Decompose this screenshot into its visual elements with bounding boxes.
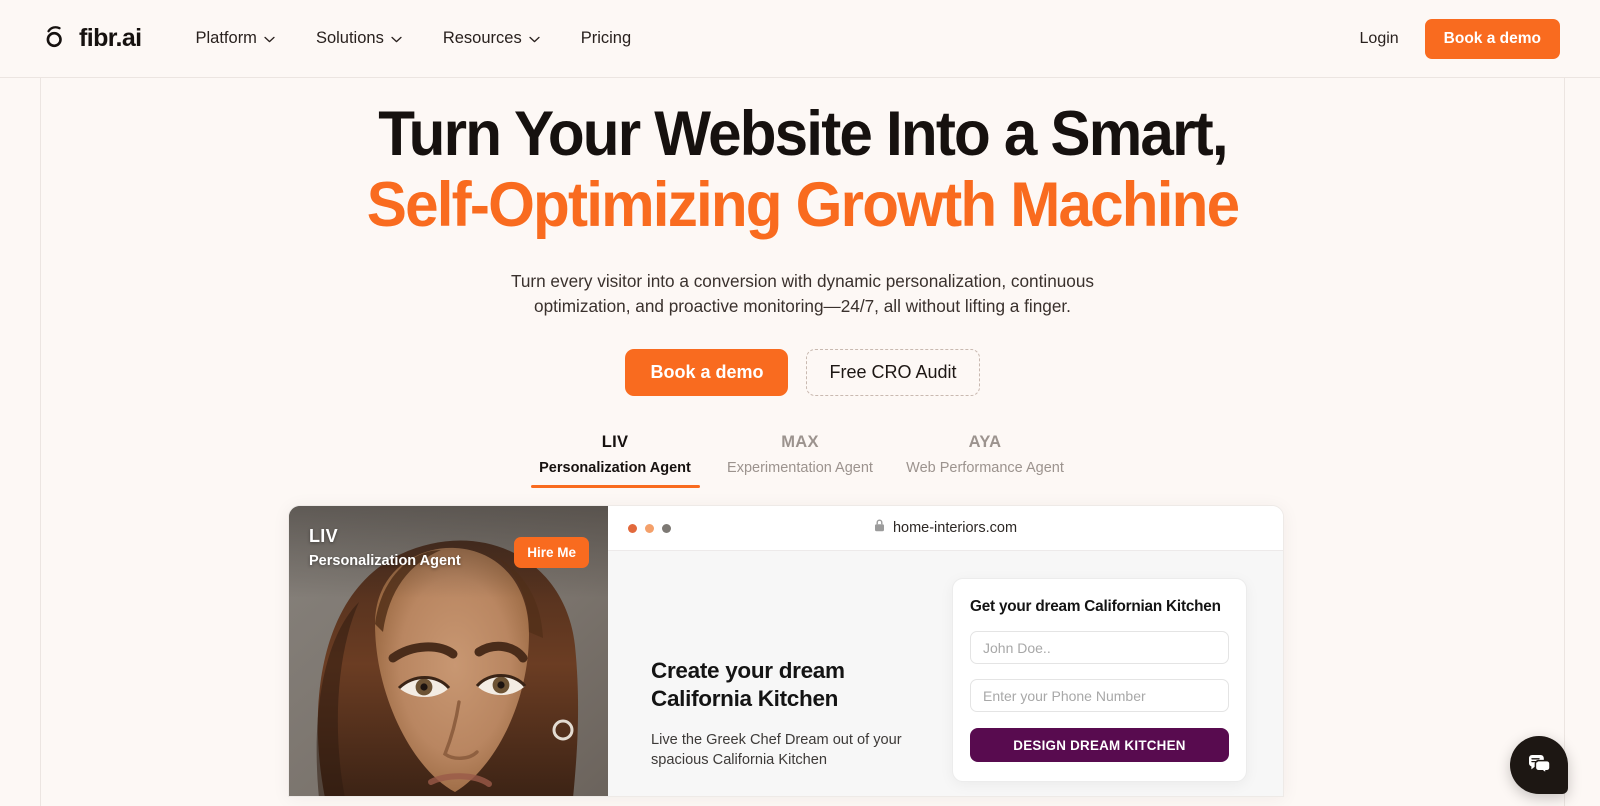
nav-actions: Login Book a demo: [1360, 18, 1560, 59]
tab-aya[interactable]: AYA Web Performance Agent: [893, 433, 1078, 488]
nav-item-platform[interactable]: Platform: [196, 29, 275, 48]
agent-tabs: LIV Personalization Agent MAX Experiment…: [0, 433, 1600, 488]
hire-me-button[interactable]: Hire Me: [514, 537, 589, 568]
brand-logo[interactable]: fibr.ai: [40, 22, 142, 55]
nav-item-pricing-label: Pricing: [580, 29, 632, 47]
hero-section: Turn Your Website Into a Smart, Self-Opt…: [41, 78, 1564, 397]
tab-liv-label: Personalization Agent: [539, 460, 691, 476]
demo-site-heading: Create your dream California Kitchen: [651, 657, 941, 714]
free-cro-audit-button[interactable]: Free CRO Audit: [806, 349, 980, 397]
url-text: home-interiors.com: [892, 520, 1018, 536]
top-navigation-bar: fibr.ai Platform Solutions Resources Pri…: [0, 0, 1600, 78]
headline-line-1: Turn Your Website Into a Smart,: [378, 99, 1228, 169]
chevron-down-icon: [529, 36, 540, 43]
tab-max-code: MAX: [781, 433, 819, 451]
lead-form-title: Get your dream Californian Kitchen: [970, 598, 1221, 615]
window-controls: [628, 523, 671, 533]
tab-aya-code: AYA: [968, 433, 1002, 451]
browser-chrome-bar: home-interiors.com: [608, 506, 1283, 551]
book-demo-hero-button[interactable]: Book a demo: [625, 349, 789, 397]
name-input[interactable]: [970, 631, 1229, 664]
nav-item-resources[interactable]: Resources: [443, 29, 540, 48]
browser-viewport: Create your dream California Kitchen Liv…: [608, 551, 1283, 796]
nav-links: Platform Solutions Resources Pricing: [196, 29, 632, 48]
design-dream-kitchen-button[interactable]: DESIGN DREAM KITCHEN: [970, 728, 1229, 762]
demo-heading-line-1: Create your dream: [651, 658, 845, 683]
demo-heading-line-2: California Kitchen: [651, 686, 839, 712]
subhead-line-2: optimization, and proactive monitoring—2…: [534, 295, 1071, 316]
hero-cta-row: Book a demo Free CRO Audit: [41, 349, 1564, 397]
chevron-down-icon: [264, 36, 275, 43]
window-close-dot[interactable]: [628, 523, 637, 533]
page-title: Turn Your Website Into a Smart, Self-Opt…: [75, 99, 1529, 241]
chat-bubble-icon: [1527, 752, 1552, 779]
demo-paragraph-line-1: Live the Greek Chef Dream out of your: [651, 731, 902, 748]
agent-portrait-panel: LIV Personalization Agent Hire Me: [289, 506, 608, 796]
tab-max-label: Experimentation Agent: [727, 460, 873, 476]
demo-site-hero: Create your dream California Kitchen Liv…: [608, 551, 1283, 796]
tab-aya-label: Web Performance Agent: [906, 460, 1064, 476]
demo-site-copy: Create your dream California Kitchen Liv…: [651, 657, 941, 771]
headline-line-2: Self-Optimizing Growth Machine: [366, 170, 1240, 241]
chevron-down-icon: [391, 36, 402, 43]
nav-item-solutions[interactable]: Solutions: [316, 29, 402, 48]
nav-item-resources-label: Resources: [442, 29, 522, 47]
lead-capture-form: Get your dream Californian Kitchen DESIG…: [952, 578, 1247, 782]
window-minimize-dot[interactable]: [645, 523, 654, 533]
window-maximize-dot[interactable]: [662, 523, 671, 533]
agent-role: Personalization Agent: [309, 553, 461, 569]
brand-name: fibr.ai: [79, 24, 142, 52]
product-demo-mockup: LIV Personalization Agent Hire Me home-i…: [288, 505, 1284, 797]
hero-subheading: Turn every visitor into a conversion wit…: [41, 269, 1564, 318]
tab-max[interactable]: MAX Experimentation Agent: [708, 433, 893, 488]
login-link[interactable]: Login: [1360, 30, 1399, 48]
page-root: fibr.ai Platform Solutions Resources Pri…: [0, 0, 1600, 806]
lock-icon: [874, 519, 885, 537]
address-bar[interactable]: home-interiors.com: [608, 519, 1283, 537]
book-demo-nav-button[interactable]: Book a demo: [1424, 18, 1560, 59]
nav-item-solutions-label: Solutions: [315, 29, 384, 47]
browser-window: home-interiors.com Create your dream Cal…: [608, 506, 1283, 796]
subhead-line-1: Turn every visitor into a conversion wit…: [510, 271, 1095, 292]
nav-item-platform-label: Platform: [195, 29, 257, 47]
demo-site-paragraph: Live the Greek Chef Dream out of your sp…: [651, 730, 941, 771]
chat-widget-button[interactable]: [1510, 736, 1568, 794]
eye-circle-icon: [44, 22, 70, 55]
nav-item-pricing[interactable]: Pricing: [581, 29, 631, 48]
tab-liv[interactable]: LIV Personalization Agent: [523, 433, 708, 488]
tab-liv-code: LIV: [601, 433, 629, 451]
demo-paragraph-line-2: spacious California Kitchen: [651, 752, 828, 769]
phone-input[interactable]: [970, 679, 1229, 712]
agent-code: LIV: [309, 526, 338, 546]
agent-info: LIV Personalization Agent: [309, 526, 461, 569]
